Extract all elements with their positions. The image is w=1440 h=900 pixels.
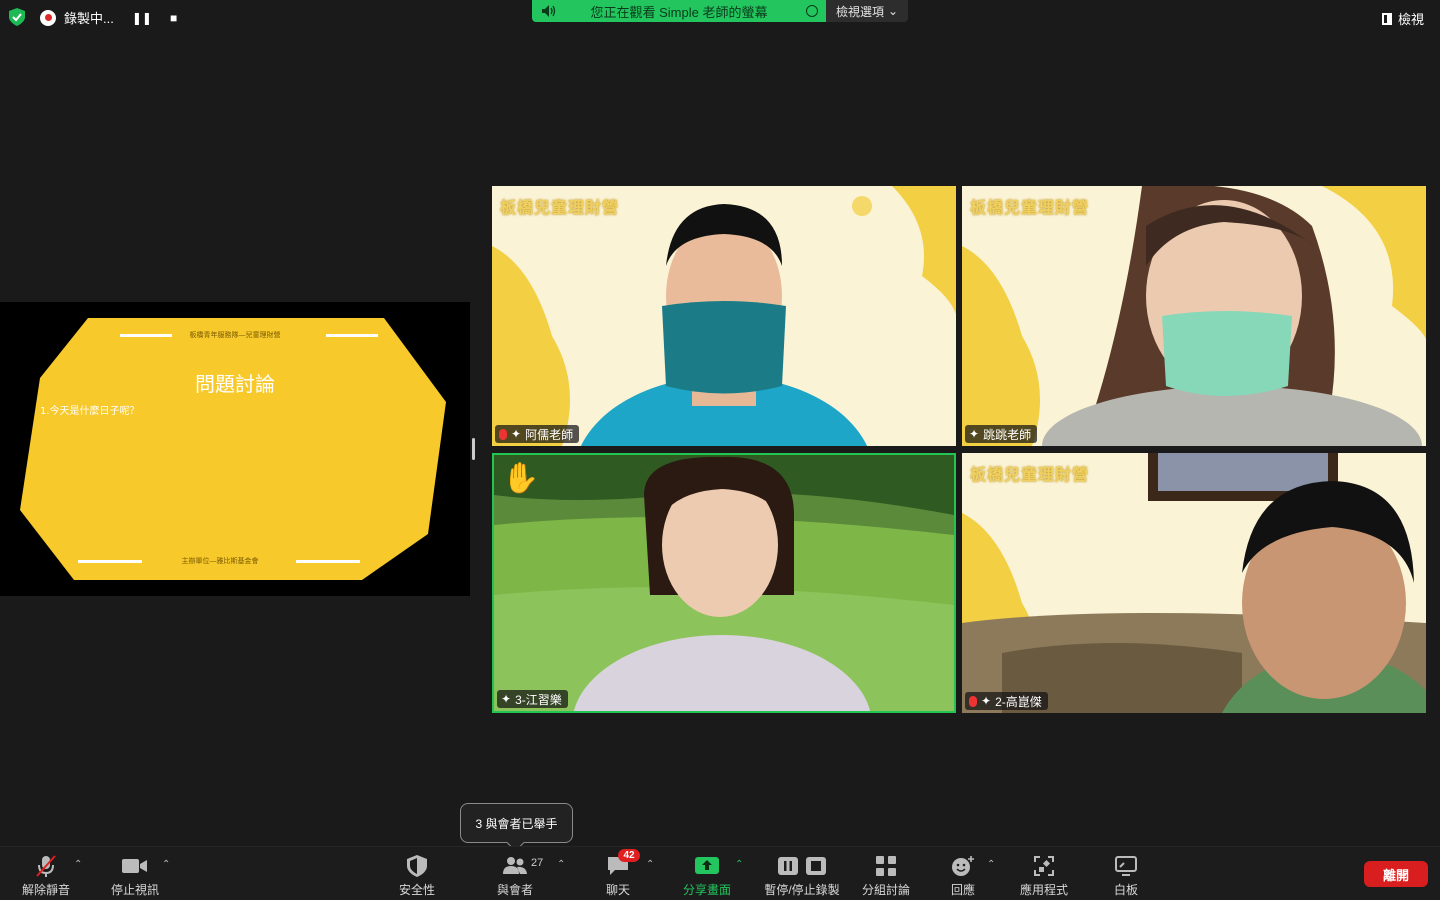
security-label: 安全性 [398,883,435,897]
slide-footer: 主辦單位—雅比斯基金會 [181,558,259,565]
apps-button[interactable]: 應用程式 [1004,853,1084,898]
shared-screen[interactable]: 板橋青年服務隊—兒童理財營 問題討論 1.今天是什麼日子呢？ 主辦單位—雅比斯基… [0,302,470,596]
video-options-caret-icon[interactable]: ⌃ [162,859,172,870]
raised-hand-icon: ✋ [502,462,540,495]
muted-mic-icon [969,695,977,707]
breakout-rooms-button[interactable]: 分組討論 [846,853,926,898]
pin-icon: ✦ [511,427,522,441]
stop-icon [806,857,826,875]
pause-recording-icon[interactable]: ❚❚ [132,11,152,25]
leave-meeting-button[interactable]: 離開 [1364,861,1428,887]
reactions-caret-icon[interactable]: ⌃ [987,859,997,870]
top-bar: 錄製中... ❚❚ ■ 您正在觀看 Simple 老師的螢幕 檢視選項 ⌄ 檢視 [0,0,1440,36]
pause-icon [778,857,798,875]
unmute-label: 解除靜音 [21,883,70,897]
recording-label: 錄製中... [64,11,114,26]
view-layout-icon [1381,12,1392,25]
participants-caret-icon[interactable]: ⌃ [557,859,567,870]
slide-header: 板橋青年服務隊—兒童理財營 [189,332,281,339]
muted-microphone-icon [36,855,56,877]
video-background [492,186,956,446]
stop-watching-icon[interactable] [806,5,818,17]
raised-hands-tooltip: 3 與會者已舉手 [460,803,573,843]
video-background [962,186,1426,446]
participant-name: 阿儒老師 [525,427,574,442]
participants-button[interactable]: 27 與會者 [475,853,555,898]
meeting-stage: 板橋青年服務隊—兒童理財營 問題討論 1.今天是什麼日子呢？ 主辦單位—雅比斯基… [0,36,1440,846]
view-button[interactable]: 檢視 [1381,9,1424,28]
meeting-toolbar: 解除靜音 ⌃ 停止視訊 ⌃ 安全性 27 與會者 ⌃ 42 聊天 ⌃ 分享畫面 … [0,846,1440,900]
slide-title: 問題討論 [195,372,275,396]
speaker-icon [542,5,556,17]
participants-count: 27 [531,857,544,869]
participants-label: 與會者 [496,883,533,897]
participants-icon [503,857,527,874]
participant-nameplate: ✦ 2-高崑傑 [965,692,1048,710]
chat-caret-icon[interactable]: ⌃ [646,859,656,870]
record-dot-icon [40,9,56,26]
pin-icon: ✦ [501,692,512,706]
participant-name: 跳跳老師 [983,427,1032,442]
stop-video-label: 停止視訊 [110,883,159,897]
audio-options-caret-icon[interactable]: ⌃ [74,859,84,870]
video-tile[interactable]: 板橋兒童理財營 ✦ 跳跳老師 [962,186,1426,446]
share-screen-icon [695,857,719,874]
view-options-button[interactable]: 檢視選項 ⌄ [826,0,908,22]
breakout-rooms-grid-icon [876,856,896,876]
security-shield-icon[interactable] [9,8,25,26]
participant-nameplate: ✦ 阿儒老師 [495,425,580,443]
pin-icon: ✦ [969,427,980,441]
tile-brand: 板橋兒童理財營 [500,200,620,217]
share-caret-icon[interactable]: ⌃ [735,859,745,870]
emoji-reaction-icon [952,856,974,876]
video-tile[interactable]: 板橋兒童理財營 ✦ 2-高崑傑 [962,453,1426,713]
banner-text: 您正在觀看 Simple 老師的螢幕 [590,4,768,20]
pin-icon: ✦ [981,694,992,708]
tooltip-text: 3 與會者已舉手 [475,816,558,831]
video-tile[interactable]: 板橋兒童理財營 ✦ 阿儒老師 [492,186,956,446]
splitter-handle[interactable] [472,438,475,460]
apps-icon [1034,856,1054,876]
chat-label: 聊天 [605,883,630,897]
slide-shape [20,318,446,580]
security-button[interactable]: 安全性 [377,853,457,898]
video-background [494,455,954,711]
participant-name: 3-江習樂 [515,692,562,707]
participant-name: 2-高崑傑 [995,694,1042,709]
participant-nameplate: ✦ 跳跳老師 [965,425,1038,443]
muted-mic-icon [499,428,507,440]
pause-stop-recording-label: 暫停/停止錄製 [764,883,840,897]
video-tile-active-speaker[interactable]: ✋ ✦ 3-江習樂 [492,453,956,713]
whiteboard-button[interactable]: 白板 [1086,853,1166,898]
chevron-down-icon: ⌄ [887,4,899,18]
reactions-label: 回應 [950,883,975,897]
chat-unread-badge: 42 [618,849,640,862]
video-camera-icon [122,859,147,873]
video-background [962,453,1426,713]
slide-question: 1.今天是什麼日子呢？ [40,406,140,417]
tile-brand: 板橋兒童理財營 [970,200,1090,217]
pause-stop-recording-button[interactable]: 暫停/停止錄製 [760,853,844,898]
view-label: 檢視 [1397,12,1424,27]
whiteboard-icon [1115,856,1137,876]
recording-indicator: 錄製中... ❚❚ ■ [40,8,177,27]
stop-recording-icon[interactable]: ■ [170,11,177,25]
view-options-label: 檢視選項 [835,4,884,19]
tile-brand: 板橋兒童理財營 [970,467,1090,484]
participant-nameplate: ✦ 3-江習樂 [497,690,568,708]
whiteboard-label: 白板 [1113,883,1138,897]
apps-label: 應用程式 [1019,883,1068,897]
security-shield-icon [407,855,427,877]
share-screen-label: 分享畫面 [682,883,731,897]
screen-share-banner: 您正在觀看 Simple 老師的螢幕 [532,0,826,22]
breakout-rooms-label: 分組討論 [861,883,910,897]
